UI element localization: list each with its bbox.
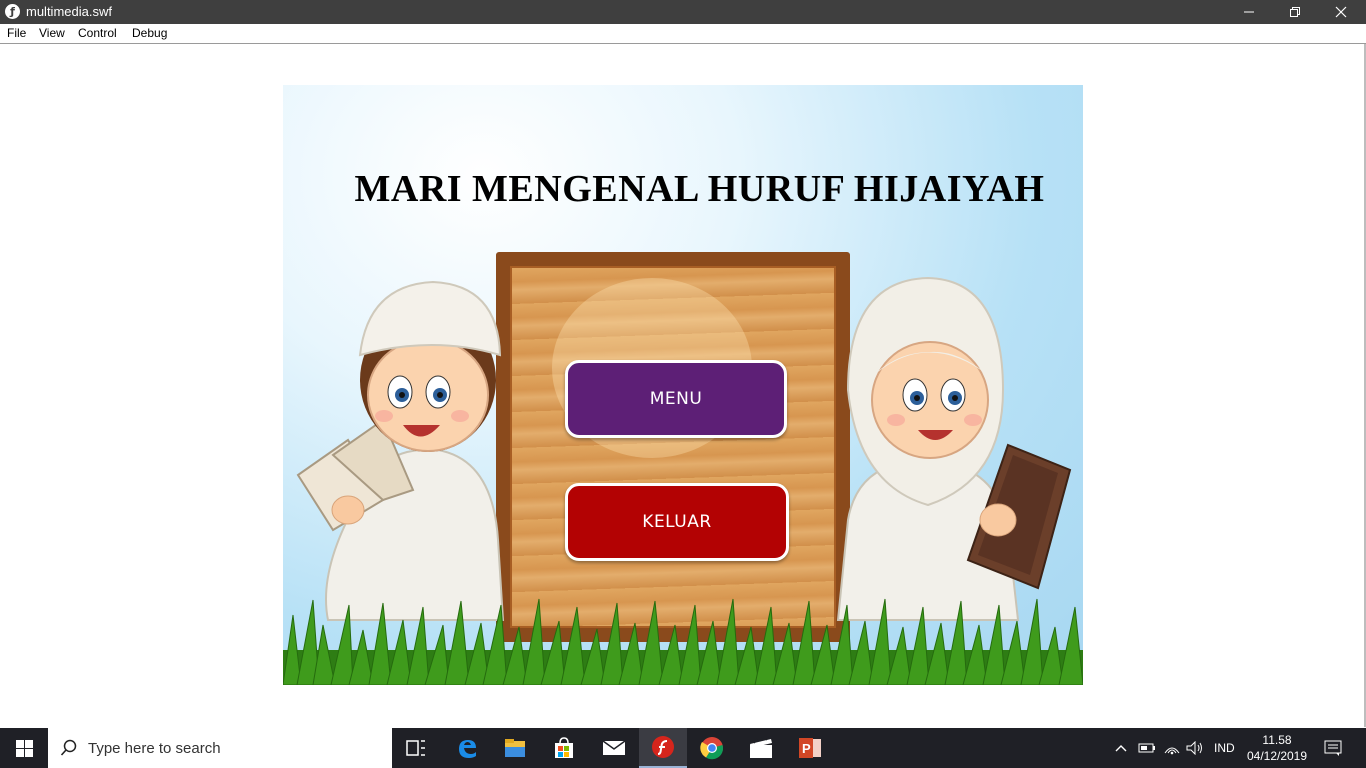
action-center-button[interactable] bbox=[1324, 728, 1342, 768]
taskbar-search-box[interactable]: Type here to search bbox=[48, 728, 392, 768]
flash-stage: MARI MENGENAL HURUF HIJAIYAH MENU KELUAR bbox=[283, 85, 1083, 685]
minimize-icon bbox=[1244, 11, 1254, 13]
start-button[interactable] bbox=[0, 728, 48, 768]
battery-tray-button[interactable] bbox=[1138, 728, 1156, 768]
video-editor-taskbar-button[interactable] bbox=[737, 728, 785, 768]
windows-logo-icon bbox=[15, 739, 33, 757]
menu-button[interactable]: MENU bbox=[565, 360, 787, 438]
girl-reading-illustration bbox=[836, 276, 1072, 621]
chrome-icon bbox=[700, 737, 724, 760]
notification-icon bbox=[1324, 740, 1342, 756]
chevron-up-icon bbox=[1115, 745, 1127, 752]
menu-bar: File View Control Debug bbox=[0, 24, 1366, 44]
speaker-icon bbox=[1186, 741, 1202, 755]
restore-icon bbox=[1290, 7, 1300, 17]
boy-reading-illustration bbox=[296, 280, 505, 621]
system-clock[interactable]: 11.58 04/12/2019 bbox=[1242, 732, 1312, 764]
battery-icon bbox=[1138, 743, 1155, 753]
close-button[interactable] bbox=[1318, 0, 1364, 24]
clock-time: 11.58 bbox=[1262, 733, 1292, 747]
menu-file[interactable]: File bbox=[7, 26, 26, 40]
restore-button[interactable] bbox=[1272, 0, 1318, 24]
file-explorer-icon bbox=[505, 739, 525, 757]
edge-icon bbox=[459, 740, 476, 758]
exit-button[interactable]: KELUAR bbox=[565, 483, 789, 561]
search-placeholder: Type here to search bbox=[88, 740, 221, 757]
mail-taskbar-button[interactable] bbox=[590, 728, 638, 768]
edge-taskbar-button[interactable] bbox=[443, 728, 491, 768]
flash-player-taskbar-button[interactable] bbox=[639, 728, 687, 768]
flash-app-icon: ƒ bbox=[5, 4, 20, 19]
wifi-icon bbox=[1164, 747, 1180, 755]
stage-title: MARI MENGENAL HURUF HIJAIYAH bbox=[354, 168, 1045, 210]
taskbar: Type here to search P IND 11.58 04/12/20… bbox=[0, 728, 1366, 768]
video-editor-icon bbox=[750, 737, 772, 758]
task-view-icon bbox=[406, 740, 425, 756]
chrome-taskbar-button[interactable] bbox=[688, 728, 736, 768]
store-taskbar-button[interactable] bbox=[540, 728, 588, 768]
menu-view[interactable]: View bbox=[39, 26, 65, 40]
store-icon bbox=[555, 737, 573, 758]
board-panel bbox=[510, 266, 836, 628]
powerpoint-icon: P bbox=[799, 738, 821, 758]
mail-icon bbox=[602, 740, 626, 755]
menu-debug[interactable]: Debug bbox=[132, 26, 167, 40]
input-language-indicator[interactable]: IND bbox=[1214, 728, 1235, 768]
close-icon bbox=[1335, 6, 1347, 18]
volume-tray-button[interactable] bbox=[1186, 728, 1204, 768]
menu-control[interactable]: Control bbox=[78, 26, 117, 40]
wooden-board bbox=[496, 252, 850, 642]
svg-text:P: P bbox=[802, 741, 811, 756]
network-tray-button[interactable] bbox=[1163, 728, 1181, 768]
grass-illustration bbox=[283, 598, 1083, 685]
task-view-button[interactable] bbox=[392, 728, 440, 768]
powerpoint-taskbar-button[interactable]: P bbox=[786, 728, 834, 768]
file-explorer-taskbar-button[interactable] bbox=[491, 728, 539, 768]
clock-date: 04/12/2019 bbox=[1246, 749, 1308, 763]
minimize-button[interactable] bbox=[1226, 0, 1272, 24]
flash-player-icon bbox=[652, 736, 674, 758]
window-titlebar: ƒ multimedia.swf bbox=[0, 0, 1366, 24]
show-hidden-icons-button[interactable] bbox=[1114, 728, 1128, 768]
search-icon bbox=[60, 739, 77, 756]
window-title: multimedia.swf bbox=[26, 4, 112, 19]
